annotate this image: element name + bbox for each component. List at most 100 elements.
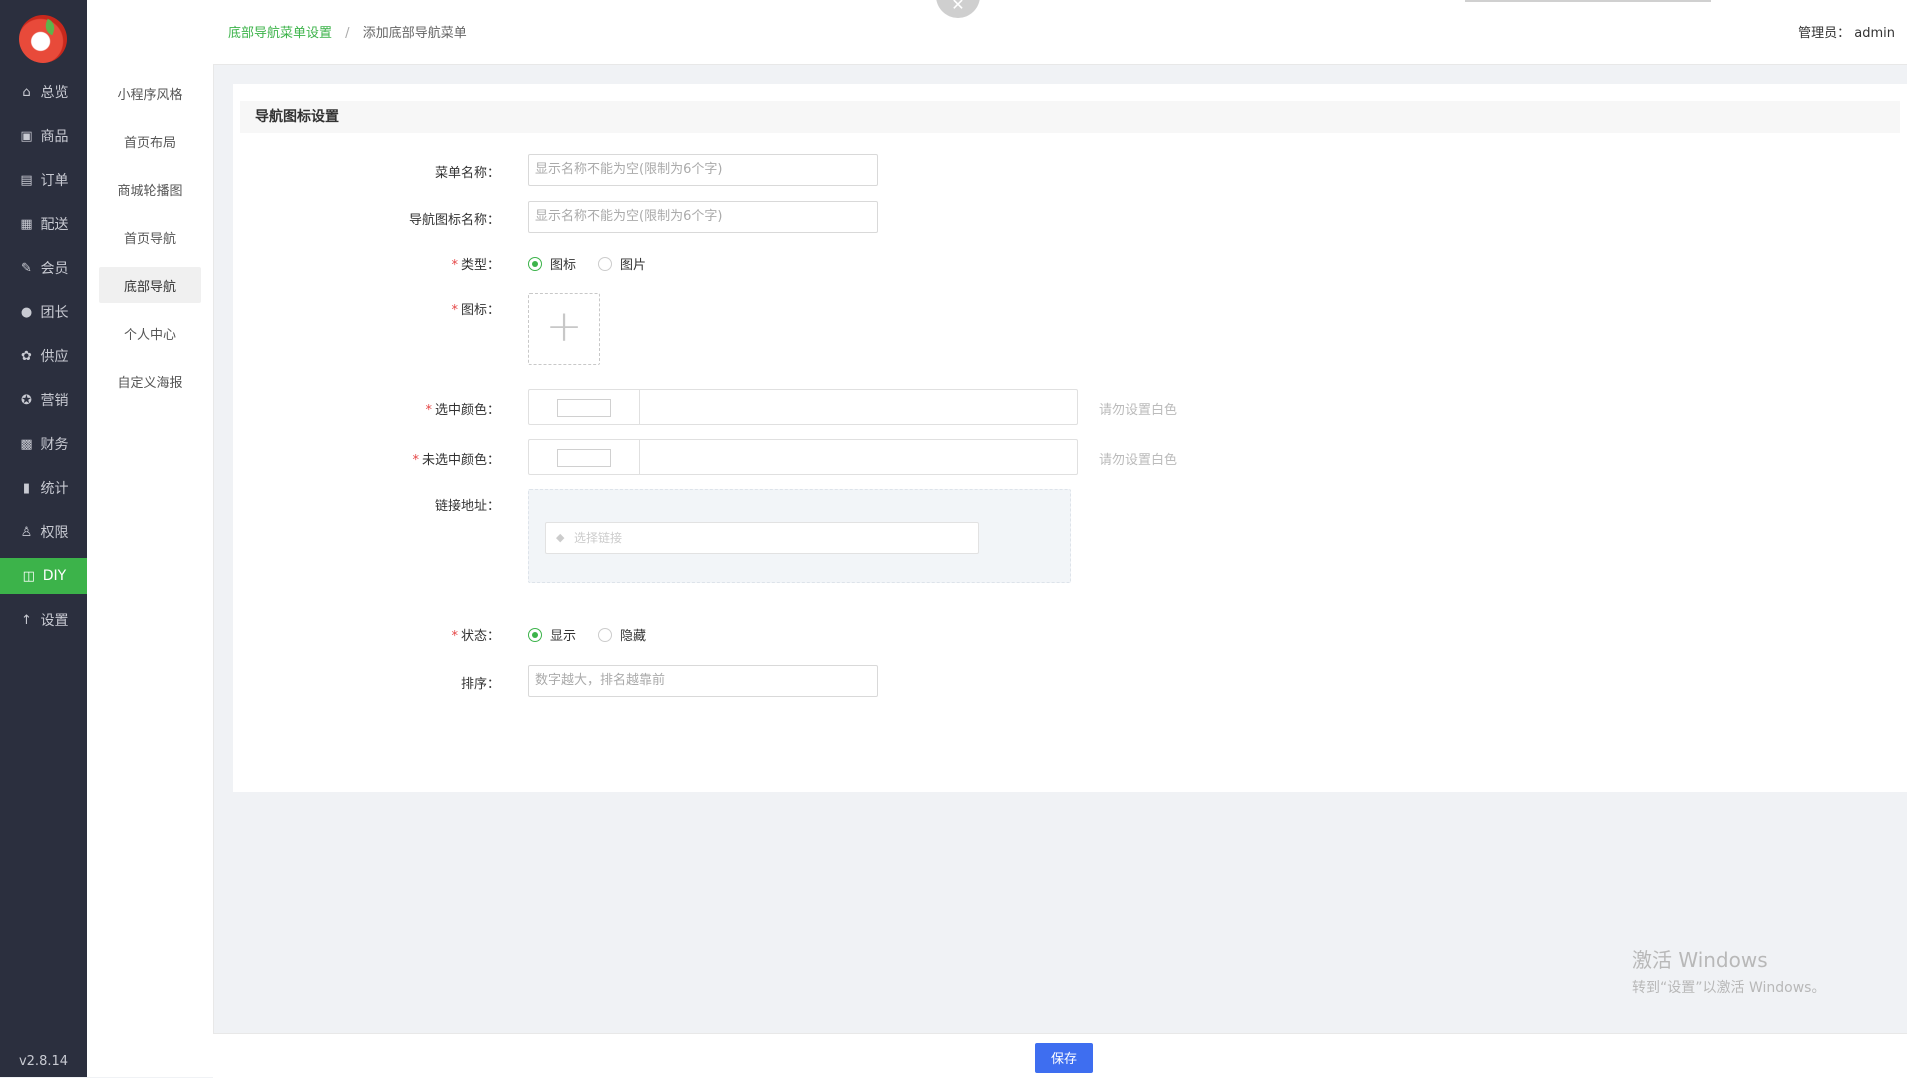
gem-icon: ◆ [556, 531, 565, 544]
admin-info: 管理员： admin [1798, 22, 1895, 41]
leader-icon: ● [20, 304, 33, 320]
sidebar-item-label: 总览 [40, 85, 69, 101]
form-panel: 导航图标设置 菜单名称： 显示名称不能为空(限制为6个字) 导航图标名称： 显示… [233, 84, 1907, 792]
subnav-item-banner[interactable]: 商城轮播图 [99, 171, 201, 207]
sidebar-item-label: 团长 [40, 305, 69, 321]
color-swatch-wrap[interactable] [529, 390, 640, 424]
breadcrumb-link[interactable]: 底部导航菜单设置 [228, 26, 332, 41]
status-option-hide-label: 隐藏 [620, 629, 647, 644]
icon-upload-button[interactable]: + [528, 293, 600, 365]
sidebar-item-leaders[interactable]: ● 团长 [0, 294, 87, 330]
menu-name-input[interactable]: 显示名称不能为空(限制为6个字) [528, 154, 878, 186]
layout-icon: ◫ [22, 568, 35, 584]
arrow-up-icon: ↑ [21, 612, 32, 628]
sidebar-item-label: 会员 [40, 261, 69, 277]
finance-icon: ▩ [20, 436, 33, 452]
sidebar-item-statistics[interactable]: ▮ 统计 [0, 470, 87, 506]
sidebar-item-label: DIY [42, 568, 67, 584]
sidebar-item-label: 供应 [40, 349, 69, 365]
unselected-color-hint: 请勿设置白色 [1099, 453, 1178, 468]
link-select-input[interactable]: ◆ 选择链接 [545, 522, 979, 554]
type-option-image-label: 图片 [620, 258, 647, 273]
sidebar-item-permissions[interactable]: ♙ 权限 [0, 514, 87, 550]
dropdown-shadow [1465, 0, 1711, 2]
icon-name-input[interactable]: 显示名称不能为空(限制为6个字) [528, 201, 878, 233]
subnav-item-home-layout[interactable]: 首页布局 [99, 123, 201, 159]
type-radio-image[interactable] [598, 256, 613, 271]
sort-label: 排序： [460, 677, 500, 692]
sidebar-item-marketing[interactable]: ✪ 营销 [0, 382, 87, 418]
supply-icon: ✿ [21, 348, 32, 364]
sidebar-item-label: 统计 [40, 481, 69, 497]
sidebar-item-label: 权限 [40, 525, 69, 541]
breadcrumb-current: 添加底部导航菜单 [362, 26, 467, 41]
admin-label: 管理员： [1798, 26, 1851, 41]
sidebar-item-label: 设置 [40, 613, 69, 629]
link-label: 链接地址： [434, 499, 500, 514]
close-icon[interactable]: ✕ [936, 0, 980, 18]
status-radio-group: 显示 隐藏 [528, 625, 668, 644]
subnav-item-custom-poster[interactable]: 自定义海报 [99, 363, 201, 399]
app-version: v2.8.14 [18, 1054, 69, 1069]
selected-color-hint: 请勿设置白色 [1099, 403, 1178, 418]
subnav-item-home-nav[interactable]: 首页导航 [99, 219, 201, 255]
selected-color-picker[interactable] [528, 389, 1078, 425]
sidebar-item-supply[interactable]: ✿ 供应 [0, 338, 87, 374]
unselected-color-picker[interactable] [528, 439, 1078, 475]
app-logo[interactable] [19, 15, 67, 63]
menu-name-label: 菜单名称： [434, 166, 500, 181]
sidebar-item-members[interactable]: ✎ 会员 [0, 250, 87, 286]
subnav-item-bottom-nav[interactable]: 底部导航 [99, 267, 201, 303]
sidebar-item-diy[interactable]: ◫ DIY [0, 558, 87, 594]
link-placeholder: 选择链接 [574, 531, 623, 545]
sidebar-item-label: 配送 [40, 217, 69, 233]
required-mark: * [425, 403, 432, 418]
sidebar-item-orders[interactable]: ▤ 订单 [0, 162, 87, 198]
type-label: * 类型： [451, 258, 500, 273]
sub-sidebar: 小程序风格 首页布局 商城轮播图 首页导航 底部导航 个人中心 自定义海报 [87, 0, 214, 1077]
sidebar-item-settings[interactable]: ↑ 设置 [0, 602, 87, 638]
status-label: * 状态： [451, 629, 500, 644]
sidebar-item-finance[interactable]: ▩ 财务 [0, 426, 87, 462]
icon-upload-label: * 图标： [451, 303, 500, 318]
sidebar-item-label: 订单 [40, 173, 69, 189]
delivery-icon: ▦ [20, 216, 33, 232]
sidebar-item-label: 营销 [40, 393, 69, 409]
icon-name-label: 导航图标名称： [408, 213, 500, 228]
required-mark: * [451, 258, 458, 273]
watermark-line1: 激活 Windows [1632, 948, 1768, 972]
status-option-show-label: 显示 [550, 629, 577, 644]
breadcrumb: 底部导航菜单设置 / 添加底部导航菜单 [228, 22, 467, 41]
home-icon: ⌂ [22, 84, 31, 100]
color-swatch[interactable] [557, 399, 611, 417]
main-sidebar: ⌂ 总览 ▣ 商品 ▤ 订单 ▦ 配送 ✎ 会员 ● 团长 ✿ 供应 ✪ 营销 … [0, 0, 87, 1077]
color-swatch[interactable] [557, 449, 611, 467]
type-radio-group: 图标 图片 [528, 254, 668, 273]
sidebar-item-label: 商品 [40, 129, 69, 145]
status-radio-show[interactable] [528, 627, 542, 642]
top-bar: 底部导航菜单设置 / 添加底部导航菜单 ✕ 管理员： admin [213, 0, 1907, 65]
subnav-item-miniapp-style[interactable]: 小程序风格 [99, 75, 201, 111]
plus-icon: + [545, 301, 583, 352]
user-icon: ♙ [20, 524, 33, 540]
required-mark: * [451, 629, 458, 644]
status-radio-hide[interactable] [598, 627, 613, 642]
clipboard-icon: ▤ [20, 172, 33, 188]
required-mark: * [451, 303, 458, 318]
admin-name[interactable]: admin [1854, 26, 1895, 41]
sort-input[interactable]: 数字越大，排名越靠前 [528, 665, 878, 697]
subnav-item-personal-center[interactable]: 个人中心 [99, 315, 201, 351]
color-swatch-wrap[interactable] [529, 440, 640, 474]
save-button[interactable]: 保存 [1035, 1043, 1093, 1073]
type-radio-icon[interactable] [528, 256, 542, 271]
breadcrumb-separator: / [345, 26, 350, 41]
footer-bar: 保存 [213, 1033, 1907, 1078]
sidebar-item-label: 财务 [40, 437, 69, 453]
type-option-icon-label: 图标 [550, 258, 577, 273]
sidebar-item-overview[interactable]: ⌂ 总览 [0, 74, 87, 110]
required-mark: * [412, 453, 419, 468]
sidebar-item-products[interactable]: ▣ 商品 [0, 118, 87, 154]
link-box: ◆ 选择链接 [528, 489, 1071, 583]
marketing-icon: ✪ [21, 392, 32, 408]
sidebar-item-delivery[interactable]: ▦ 配送 [0, 206, 87, 242]
